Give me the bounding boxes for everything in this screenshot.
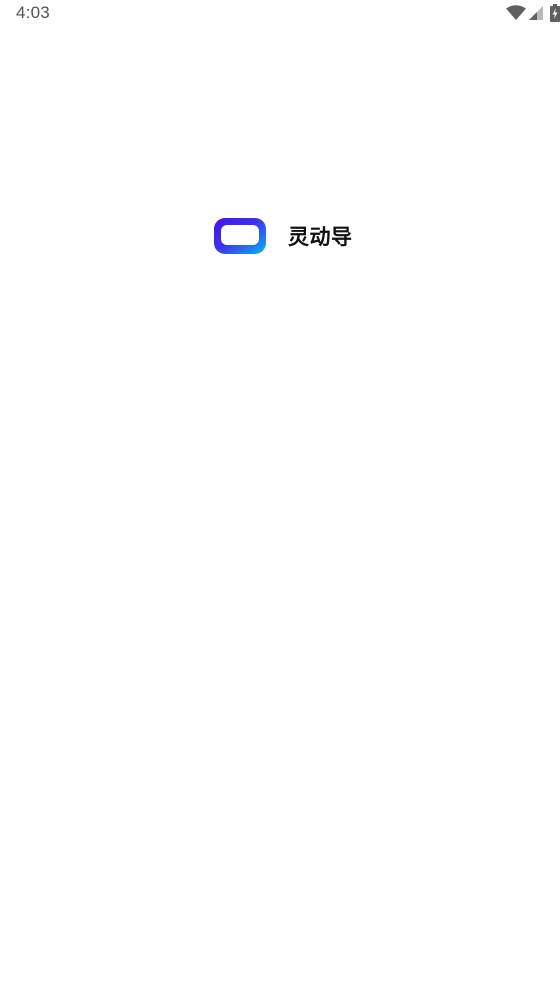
status-bar: 4:03 [0,0,560,28]
splash-screen: 4:03 灵动导 [0,0,560,1000]
splash-brand: 灵动导 [214,216,353,256]
rounded-rectangle-logo-icon [214,218,266,254]
status-time: 4:03 [16,3,50,22]
wifi-icon [505,5,527,21]
status-icons [505,4,560,22]
app-name: 灵动导 [288,225,353,249]
cellular-signal-icon [528,5,544,21]
battery-charging-icon [550,4,560,22]
